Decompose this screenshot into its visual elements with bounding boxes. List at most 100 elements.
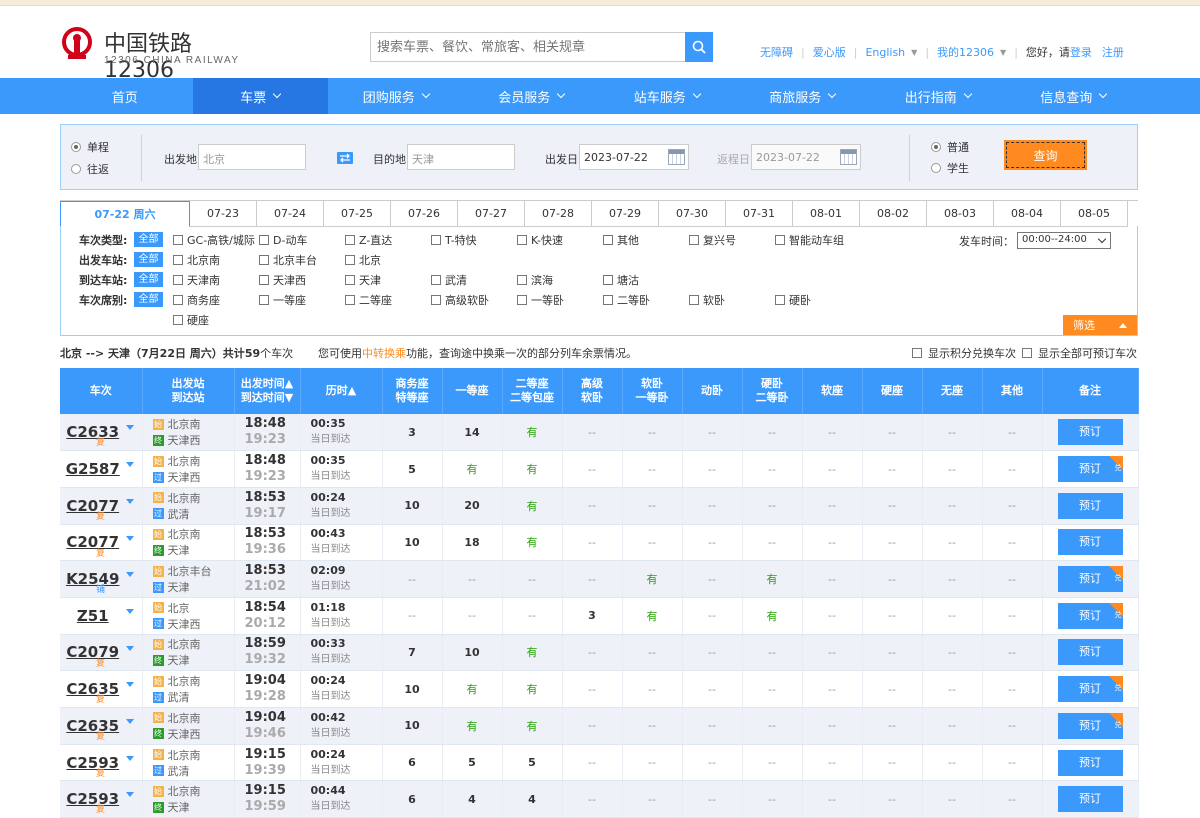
date-tab[interactable]: 07-31 — [726, 201, 793, 227]
chevron-down-icon[interactable]: ▼ — [911, 48, 917, 57]
show-points-trains-checkbox[interactable]: 显示积分兑换车次 — [912, 345, 1016, 361]
seat-availability-cell[interactable]: 有 — [502, 524, 563, 562]
chevron-down-icon[interactable]: ▼ — [1000, 48, 1006, 57]
chevron-down-icon[interactable] — [126, 425, 134, 430]
show-all-bookable-checkbox[interactable]: 显示全部可预订车次 — [1022, 345, 1137, 361]
filter-t[interactable]: T-特快 — [431, 232, 477, 248]
seat-availability-cell[interactable]: 4 — [502, 780, 563, 818]
train-code-link[interactable]: C2593 — [66, 754, 119, 772]
filter-seat[interactable]: 二等座 — [345, 292, 392, 308]
filter-seat[interactable]: 高级软卧 — [431, 292, 489, 308]
date-tab[interactable]: 08-01 — [793, 201, 860, 227]
seat-availability-cell[interactable]: 18 — [442, 524, 503, 562]
filter-to-station[interactable]: 天津西 — [259, 272, 306, 288]
seat-availability-cell[interactable]: 3 — [562, 597, 623, 635]
english-link[interactable]: English — [865, 46, 905, 59]
chevron-down-icon[interactable] — [126, 535, 134, 541]
seat-availability-cell[interactable]: 7 — [382, 634, 443, 672]
seat-availability-cell[interactable]: 6 — [382, 780, 443, 818]
filter-seat[interactable]: 软卧 — [689, 292, 725, 308]
seat-availability-cell[interactable]: 14 — [442, 414, 503, 452]
filter-z[interactable]: Z-直达 — [345, 232, 392, 248]
filter-d[interactable]: D-动车 — [259, 232, 307, 248]
chevron-down-icon[interactable] — [126, 608, 134, 614]
book-button[interactable]: 预订 — [1057, 492, 1123, 519]
filter-to-station[interactable]: 武清 — [431, 272, 467, 288]
seat-availability-cell[interactable]: 有 — [622, 597, 683, 635]
chevron-down-icon[interactable] — [126, 792, 134, 798]
seat-availability-cell[interactable]: 有 — [502, 634, 563, 672]
train-code-link[interactable]: C2633 — [66, 423, 119, 441]
ticket-normal-radio[interactable]: 普通 — [931, 139, 969, 155]
book-button[interactable]: 预订 兑 — [1057, 676, 1123, 703]
to-station-input[interactable]: 天津 — [407, 144, 515, 170]
nav-business-travel[interactable]: 商旅服务 — [735, 78, 871, 114]
transfer-link[interactable]: 中转换乘 — [362, 347, 406, 360]
filter-seat[interactable]: 一等卧 — [517, 292, 564, 308]
train-code-link[interactable]: Z51 — [77, 607, 109, 625]
seat-availability-cell[interactable]: 有 — [442, 450, 503, 488]
filter-to-station[interactable]: 滨海 — [517, 272, 553, 288]
book-button[interactable]: 预订 兑 — [1057, 566, 1123, 593]
seat-availability-cell[interactable]: 有 — [502, 487, 563, 525]
seat-availability-cell[interactable]: 10 — [382, 524, 443, 562]
filter-from-station[interactable]: 北京南 — [173, 252, 220, 268]
return-date-input[interactable]: 2023-07-22 — [751, 144, 861, 170]
date-tab[interactable]: 07-24 — [257, 201, 324, 227]
filter-from-station[interactable]: 北京丰台 — [259, 252, 317, 268]
logo[interactable]: 中国铁路12306 12306 CHINA RAILWAY — [60, 24, 250, 83]
seat-availability-cell[interactable]: 5 — [382, 450, 443, 488]
train-code-link[interactable]: C2635 — [66, 680, 119, 698]
filter-seat[interactable]: 二等卧 — [603, 292, 650, 308]
train-code-link[interactable]: C2635 — [66, 717, 119, 735]
chevron-down-icon[interactable] — [126, 572, 134, 578]
chevron-down-icon[interactable] — [126, 498, 134, 504]
seat-availability-cell[interactable]: 4 — [442, 780, 503, 818]
book-button[interactable]: 预订 — [1057, 786, 1123, 813]
seat-availability-cell[interactable]: 有 — [502, 707, 563, 745]
date-tab[interactable]: 07-26 — [391, 201, 458, 227]
seat-all-button[interactable]: 全部 — [134, 292, 163, 307]
seat-availability-cell[interactable]: 有 — [622, 560, 683, 598]
book-button[interactable]: 预订 — [1057, 639, 1123, 666]
filter-to-station[interactable]: 天津南 — [173, 272, 220, 288]
seat-availability-cell[interactable]: 有 — [742, 597, 803, 635]
seat-availability-cell[interactable]: 有 — [442, 670, 503, 708]
one-way-radio[interactable]: 单程 — [71, 139, 109, 155]
seat-availability-cell[interactable]: 5 — [442, 744, 503, 782]
nav-member-service[interactable]: 会员服务 — [464, 78, 600, 114]
chevron-down-icon[interactable] — [126, 755, 134, 761]
nav-home[interactable]: 首页 — [57, 78, 193, 114]
column-header[interactable]: 历时▲ — [300, 368, 383, 414]
nav-info-query[interactable]: 信息查询 — [1006, 78, 1142, 114]
accessibility-link[interactable]: 无障碍 — [760, 44, 793, 60]
my-12306-link[interactable]: 我的12306 — [937, 44, 994, 60]
seat-availability-cell[interactable]: 20 — [442, 487, 503, 525]
seat-availability-cell[interactable]: 10 — [382, 487, 443, 525]
seat-availability-cell[interactable]: 有 — [502, 414, 563, 452]
calendar-icon[interactable] — [668, 149, 685, 165]
nav-group-service[interactable]: 团购服务 — [328, 78, 464, 114]
round-trip-radio[interactable]: 往返 — [71, 161, 109, 177]
filter-other[interactable]: 其他 — [603, 232, 639, 248]
chevron-down-icon[interactable] — [126, 645, 134, 651]
date-tab[interactable]: 07-29 — [592, 201, 659, 227]
chevron-down-icon[interactable] — [126, 682, 134, 688]
filter-button[interactable]: 筛选 — [1063, 315, 1137, 335]
from-station-input[interactable]: 北京 — [198, 144, 306, 170]
book-button[interactable]: 预订 兑 — [1057, 456, 1123, 483]
filter-gc[interactable]: GC-高铁/城际 — [173, 232, 255, 248]
chevron-down-icon[interactable] — [126, 462, 134, 468]
chevron-down-icon[interactable] — [126, 719, 134, 724]
filter-from-station[interactable]: 北京 — [345, 252, 381, 268]
date-tab[interactable]: 07-22 周六 — [60, 201, 190, 227]
seat-availability-cell[interactable]: 有 — [502, 670, 563, 708]
seat-availability-cell[interactable]: 有 — [742, 560, 803, 598]
seat-availability-cell[interactable]: 3 — [382, 414, 443, 452]
depart-date-input[interactable]: 2023-07-22 — [579, 144, 689, 170]
filter-seat[interactable]: 硬座 — [173, 312, 209, 328]
search-input[interactable] — [371, 33, 685, 61]
filter-k[interactable]: K-快速 — [517, 232, 563, 248]
train-code-link[interactable]: C2077 — [66, 497, 119, 515]
depart-time-select[interactable]: 00:00--24:00 — [1017, 232, 1111, 249]
